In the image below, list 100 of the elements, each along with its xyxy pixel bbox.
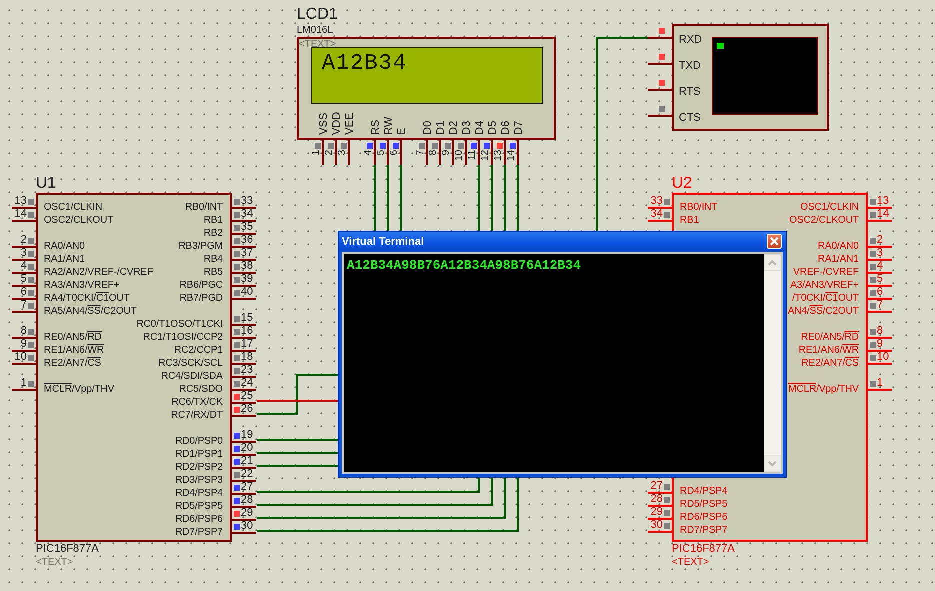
pin-number: 33: [241, 196, 254, 207]
pin-number: 14: [507, 150, 517, 162]
pin-label: CTS: [679, 111, 702, 126]
pin-label: RC2/CCP1: [174, 344, 223, 357]
pin-label: RD7/PSP7: [175, 526, 223, 539]
pin-number: 24: [241, 378, 254, 389]
pin-label: RB0/INT: [680, 201, 718, 214]
pin-label: RB0/INT: [185, 201, 223, 214]
pin-label: RA1/AN1: [44, 253, 85, 266]
pin-number: 28: [241, 495, 254, 506]
pin-number: 33: [650, 196, 663, 207]
part-name: PIC16F877A: [36, 543, 99, 556]
pin-number: 13: [14, 196, 27, 207]
pin-label: D4: [474, 120, 486, 135]
pin-number: 3: [20, 248, 27, 259]
pin-label: RC7/RX/DT: [171, 409, 223, 422]
pin-label: D3: [460, 120, 472, 135]
pin-label: OSC2/CLKOUT: [790, 214, 859, 227]
pin-number: 26: [241, 404, 254, 415]
component-text-label: <TEXT>: [299, 39, 336, 50]
component-reference: LCD1: [297, 5, 338, 25]
pin-label: D2: [448, 120, 460, 135]
pin-label: RD4/PSP4: [175, 487, 223, 500]
pin-number: 3: [877, 248, 884, 259]
pin-label: RB6/PGC: [180, 279, 223, 292]
pin-label: AN4/SS/C2OUT: [788, 305, 859, 318]
pin-label: VSS: [318, 112, 330, 135]
pin-number: 1: [312, 150, 322, 156]
microcontroller-body[interactable]: [36, 193, 232, 542]
pin-label: OSC2/CLKOUT: [44, 214, 114, 227]
pin-number: 8: [877, 326, 884, 337]
pin-label: /T0CKI/C1OUT: [792, 292, 859, 305]
pin-label: RE0/AN5/RD: [44, 331, 102, 344]
pin-label: RE2/AN7/CS: [802, 357, 859, 370]
pin-number: 30: [241, 521, 254, 532]
close-button[interactable]: [767, 234, 782, 249]
pin-number: 6: [877, 287, 884, 298]
pin-number: 11: [468, 150, 478, 160]
pin-number: 4: [20, 261, 27, 272]
pin-label: E: [396, 128, 408, 135]
pin-label: RD0/PSP0: [175, 435, 223, 448]
pin-label: RD4/PSP4: [680, 485, 728, 498]
pin-label: RE2/AN7/CS: [44, 357, 102, 370]
pin-number: 29: [650, 507, 663, 518]
virtual-terminal-component[interactable]: RXD TXD RTS CTS: [672, 24, 829, 131]
pin-label: TXD: [679, 59, 702, 74]
component-text-label: <TEXT>: [36, 556, 74, 569]
scrollbar[interactable]: [764, 254, 781, 472]
pin-number: 6: [390, 150, 400, 156]
pin-label: RC3/SCK/SCL: [158, 357, 223, 370]
pin-number: 12: [481, 150, 491, 162]
pin-number: 7: [877, 300, 884, 311]
pin-number: 27: [241, 482, 254, 493]
pin-label: RXD: [679, 33, 702, 48]
chevron-down-icon: [768, 460, 777, 466]
pin-number: 37: [241, 248, 254, 259]
pin-number: 3: [338, 150, 348, 156]
pin-number: 2: [20, 235, 27, 246]
pin-number: 2: [325, 150, 335, 156]
pin-number: 13: [494, 150, 504, 162]
pin-number: 2: [877, 235, 884, 246]
pin-number: 38: [241, 261, 254, 272]
component-text-label: <TEXT>: [672, 556, 710, 569]
pin-number: 9: [442, 150, 452, 156]
pin-number: 20: [241, 443, 254, 454]
pin-label: RB5: [204, 266, 223, 279]
pin-label: RD5/PSP5: [680, 498, 728, 511]
pin-label: RD6/PSP6: [175, 513, 223, 526]
pin-number: 29: [241, 508, 254, 519]
pin-label: RC5/SDO: [179, 383, 223, 396]
part-name: PIC16F877A: [672, 543, 735, 556]
pin-number: 7: [416, 150, 426, 156]
pin-label: RA1/AN1: [818, 253, 859, 266]
pin-number: 1: [877, 378, 884, 389]
pin-number: 40: [241, 287, 254, 298]
pin-label: MCLR/Vpp/THV: [44, 383, 114, 396]
pin-label: RD3/PSP3: [175, 474, 223, 487]
pin-number: 9: [877, 339, 884, 350]
scroll-down-button[interactable]: [764, 455, 781, 472]
pin-label: D7: [512, 120, 524, 135]
lcd-module-body[interactable]: <TEXT> A12B34 VSS VDD VEE RS RW E D0 D1 D2 D3 D4 D5 D6 D7: [297, 37, 556, 140]
pin-label: RTS: [679, 85, 702, 100]
pin-number: 34: [650, 209, 663, 220]
pin-label: RA2/AN2/VREF-/CVREF: [44, 266, 154, 279]
pin-label: RB3/PGM: [178, 240, 223, 253]
pin-label: RD7/PSP7: [680, 524, 728, 537]
scroll-up-button[interactable]: [764, 254, 781, 271]
chevron-up-icon: [768, 260, 777, 266]
pin-label: D6: [500, 120, 512, 135]
pin-label: D0: [422, 120, 434, 135]
pin-label: VREF-/CVREF: [793, 266, 859, 279]
pin-label: RD5/PSP5: [175, 500, 223, 513]
pin-label: OSC1/CLKIN: [800, 201, 859, 214]
pin-number: 14: [14, 209, 27, 220]
close-icon: [770, 237, 779, 246]
pin-label: RS: [370, 120, 382, 135]
pin-label: D5: [486, 120, 498, 135]
pin-number: 10: [877, 352, 890, 363]
pin-label: RA0/AN0: [44, 240, 85, 253]
pin-number: 10: [14, 352, 27, 363]
